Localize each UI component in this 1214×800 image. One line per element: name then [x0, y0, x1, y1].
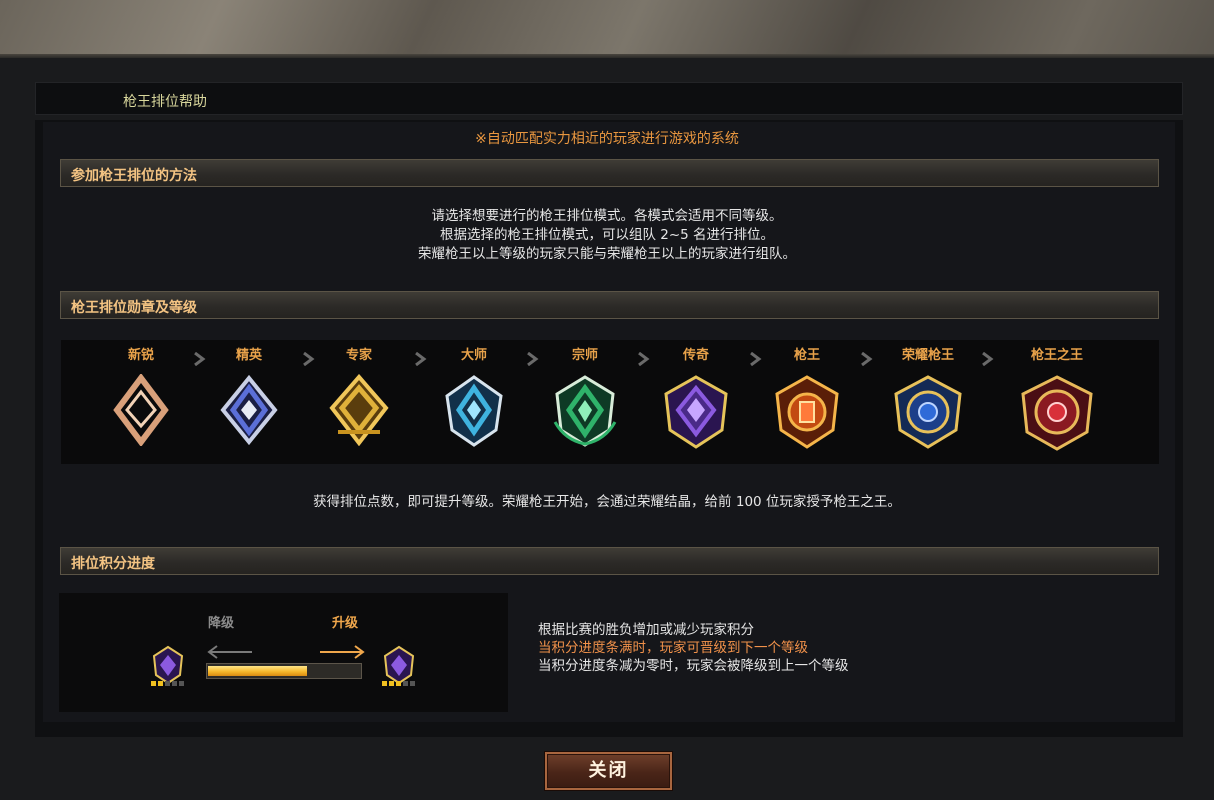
rank-item: 传奇 — [651, 346, 741, 450]
how-to-join-description: 请选择想要进行的枪王排位模式。各模式会适用不同等级。 根据选择的枪王排位模式，可… — [0, 207, 1214, 264]
section-title: 排位积分进度 — [71, 556, 155, 572]
rank-grandmaster-icon — [553, 375, 617, 447]
rank-label: 大师 — [460, 348, 487, 363]
progress-info: 根据比赛的胜负增加或减少玩家积分 当积分进度条满时，玩家可晋级到下一个等级 当积… — [538, 621, 849, 675]
rank-king-of-gunkings-icon — [1021, 375, 1093, 451]
rank-label: 精英 — [235, 348, 262, 363]
section-header-how-to-join: 参加枪王排位的方法 — [60, 159, 1159, 187]
rank-item: 荣耀枪王 — [883, 346, 973, 450]
window-title-bar: 枪王排位帮助 — [35, 82, 1183, 115]
top-decorative-band — [0, 0, 1214, 58]
rank-item: 新锐 — [96, 346, 186, 446]
chevron-right-icon — [303, 352, 315, 366]
rank-item: 枪王之王 — [1012, 346, 1102, 452]
rank-expert-icon — [329, 374, 389, 446]
desc-line: 请选择想要进行的枪王排位模式。各模式会适用不同等级。 — [431, 208, 783, 224]
arrow-left-icon — [207, 645, 252, 659]
rank-item: 枪王 — [762, 346, 852, 450]
progress-illustration: 降级 升级 — [59, 593, 508, 712]
close-button[interactable]: 关闭 — [545, 752, 672, 790]
rank-label: 荣耀枪王 — [901, 348, 954, 363]
rank-label: 宗师 — [571, 348, 598, 363]
window-title: 枪王排位帮助 — [123, 94, 207, 110]
arrow-right-icon — [320, 645, 365, 659]
rank-pips-icon — [382, 681, 415, 686]
rank-newcomer-icon — [113, 374, 169, 446]
rank-progress-bar — [206, 663, 362, 679]
chevron-right-icon — [750, 352, 762, 366]
rank-item: 专家 — [314, 346, 404, 446]
demote-label: 降级 — [208, 616, 235, 631]
rank-item: 精英 — [204, 346, 294, 446]
chevron-right-icon — [982, 352, 994, 366]
chevron-right-icon — [638, 352, 650, 366]
chevron-right-icon — [415, 352, 427, 366]
desc-line: 荣耀枪王以上等级的玩家只能与荣耀枪王以上的玩家进行组队。 — [418, 246, 796, 262]
rank-elite-icon — [220, 374, 278, 446]
rank-gunking-icon — [775, 375, 839, 449]
section-header-progress: 排位积分进度 — [60, 547, 1159, 575]
chevron-right-icon — [527, 352, 539, 366]
rank-pips-icon — [151, 681, 184, 686]
system-notice: ※自动匹配实力相近的玩家进行游戏的系统 — [475, 131, 739, 147]
chevron-right-icon — [861, 352, 873, 366]
rank-label: 新锐 — [127, 348, 154, 363]
desc-line: 根据选择的枪王排位模式，可以组队 2~5 名进行排位。 — [439, 227, 775, 243]
rank-label: 传奇 — [682, 348, 709, 363]
info-line: 根据比赛的胜负增加或减少玩家积分 — [538, 622, 754, 638]
info-line-highlight: 当积分进度条满时，玩家可晋级到下一个等级 — [538, 640, 808, 656]
rank-label: 专家 — [345, 348, 372, 363]
rank-item: 大师 — [429, 346, 519, 448]
promote-label: 升级 — [332, 616, 359, 631]
section-title: 参加枪王排位的方法 — [71, 168, 197, 184]
section-title: 枪王排位勋章及等级 — [71, 300, 197, 316]
rank-glory-gunking-icon — [894, 375, 962, 449]
rank-medal-strip: 新锐 精英 专家 大师 宗师 传奇 枪王 荣耀枪王 枪王之王 — [61, 340, 1159, 464]
section-header-ranks: 枪王排位勋章及等级 — [60, 291, 1159, 319]
rank-item: 宗师 — [540, 346, 630, 448]
rank-progress-fill — [208, 666, 307, 676]
rank-master-icon — [445, 375, 503, 447]
rank-label: 枪王之王 — [1030, 348, 1083, 363]
info-line: 当积分进度条减为零时，玩家会被降级到上一个等级 — [538, 658, 849, 674]
rank-legend-icon — [664, 375, 728, 449]
ranks-footer-text: 获得排位点数，即可提升等级。荣耀枪王开始，会通过荣耀结晶，给前 100 位玩家授… — [313, 494, 901, 510]
rank-label: 枪王 — [793, 348, 820, 363]
